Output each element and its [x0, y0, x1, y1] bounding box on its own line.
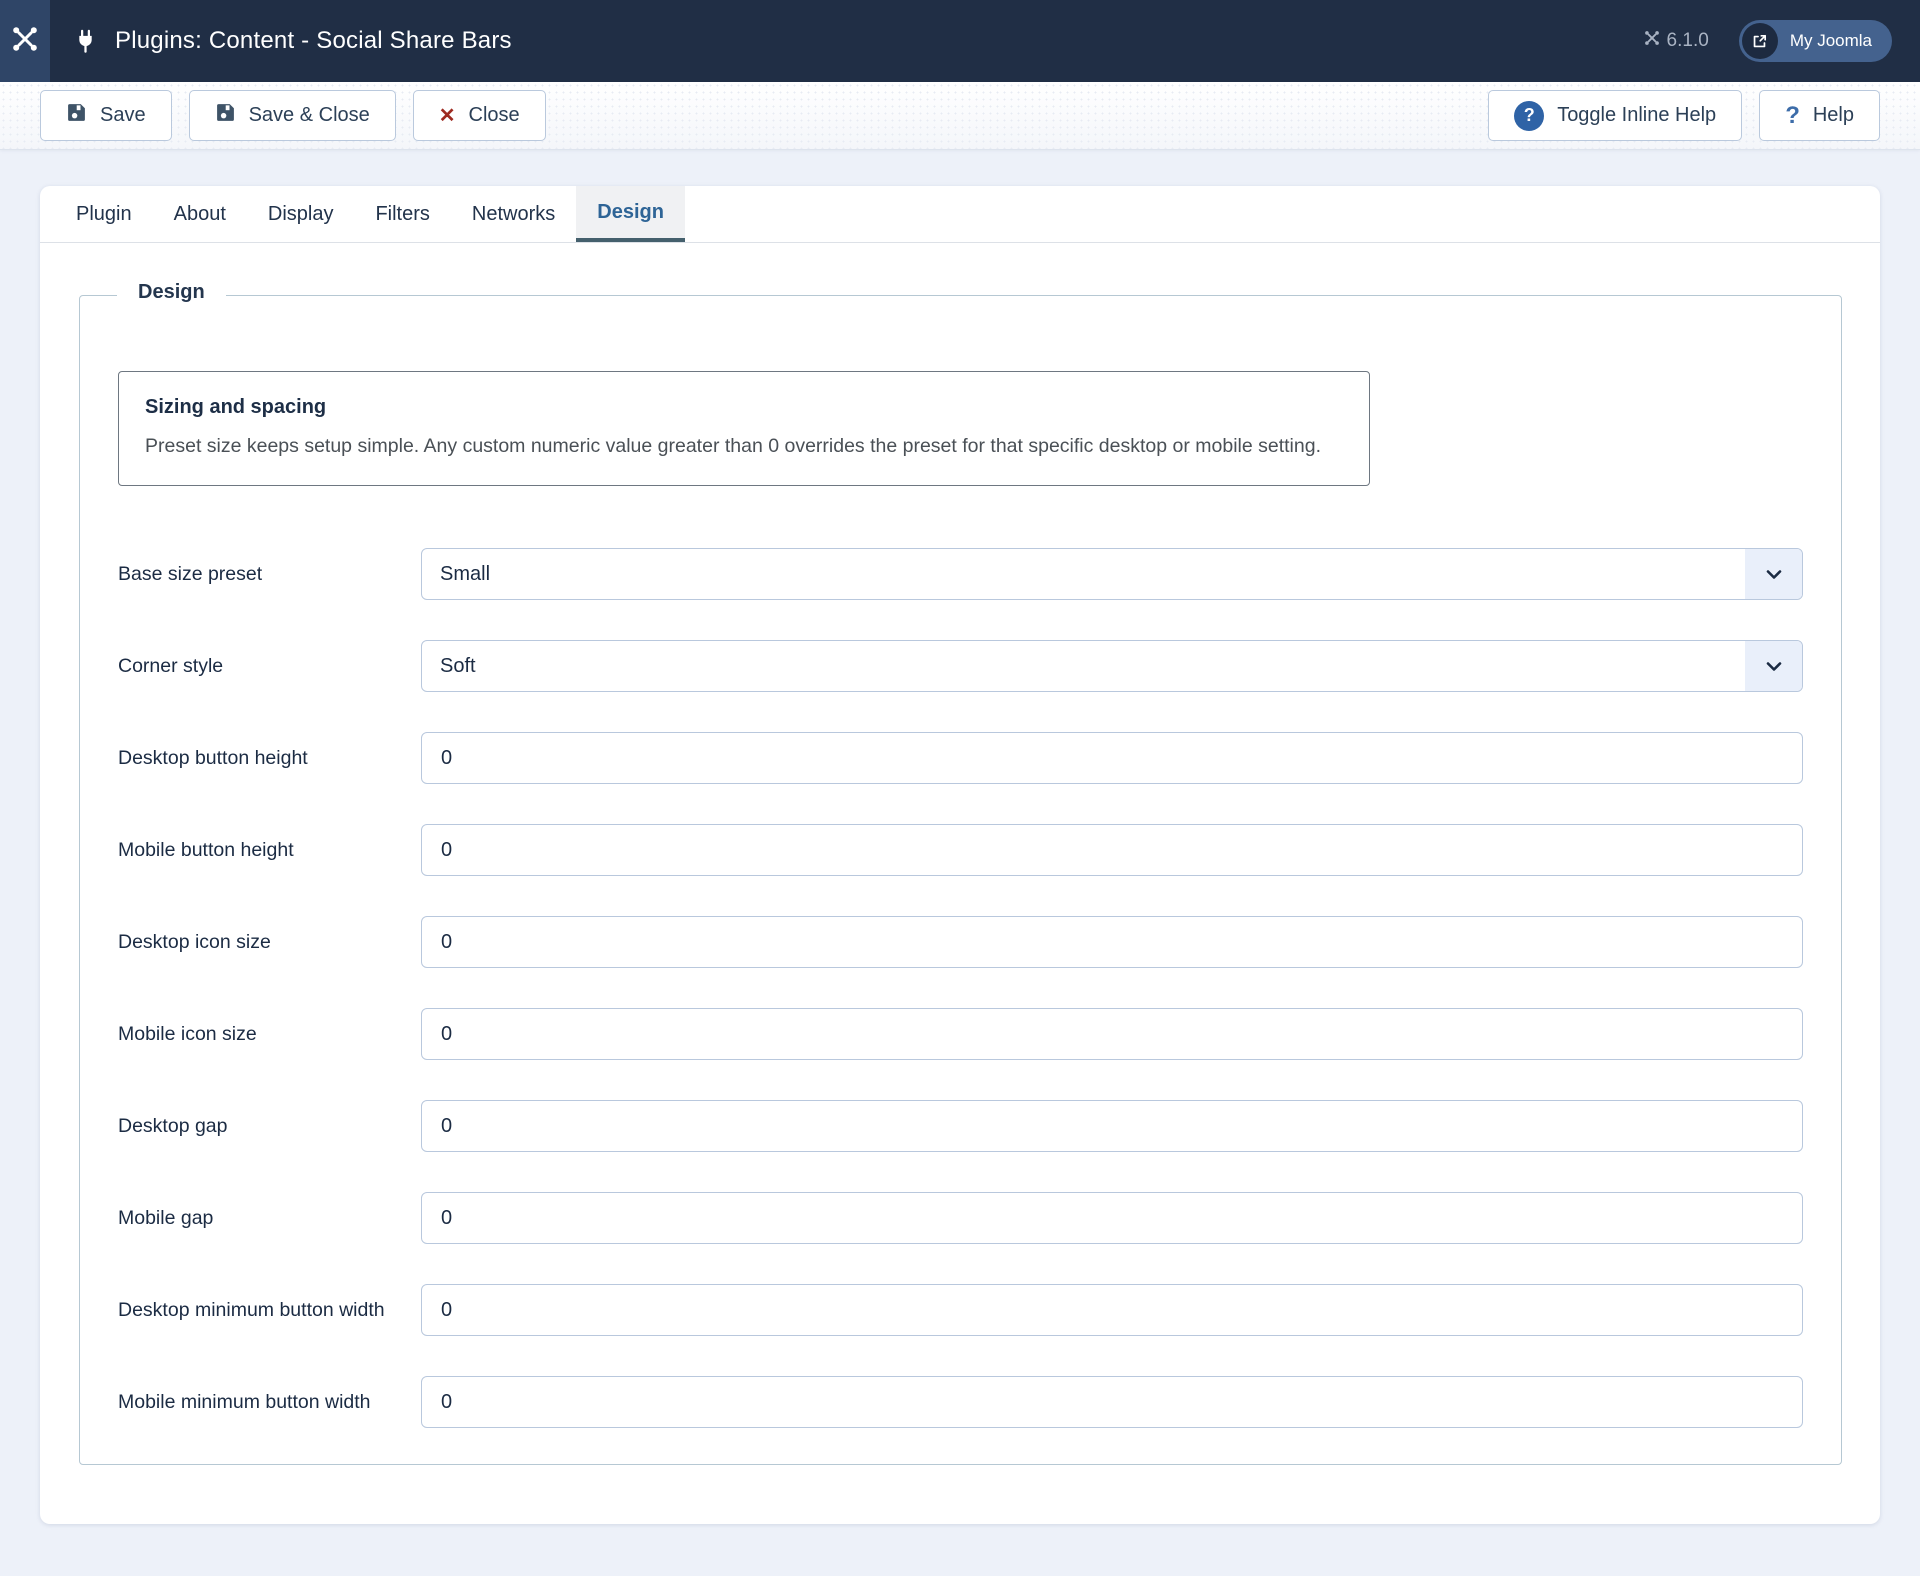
my-joomla-button[interactable]: My Joomla	[1738, 20, 1892, 62]
notice-body: Preset size keeps setup simple. Any cust…	[145, 435, 1321, 457]
base-size-preset-select[interactable]: Small	[421, 548, 1803, 601]
tab-about[interactable]: About	[153, 186, 247, 242]
mobile-button-height-input[interactable]	[421, 824, 1803, 877]
select-value: Soft	[440, 654, 476, 677]
app-header: Plugins: Content - Social Share Bars 6.1…	[0, 0, 1920, 82]
floppy-disk-icon	[66, 102, 87, 129]
desktop-gap-input[interactable]	[421, 1100, 1803, 1153]
mobile-gap-input[interactable]	[421, 1192, 1803, 1245]
desktop-icon-size-input[interactable]	[421, 916, 1803, 969]
plug-icon	[72, 28, 99, 55]
save-and-close-label: Save & Close	[248, 104, 370, 126]
field-label: Desktop gap	[118, 1114, 228, 1137]
account-label: My Joomla	[1789, 31, 1872, 50]
form-row-mobile-icon-size: Mobile icon size	[118, 1008, 1803, 1061]
fieldset-legend: Design	[117, 281, 226, 304]
field-label: Desktop minimum button width	[118, 1298, 385, 1321]
toolbar: Save Save & Close ✕ Close ? Toggle Inlin…	[0, 82, 1920, 150]
save-and-close-button[interactable]: Save & Close	[188, 90, 396, 141]
tab-design[interactable]: Design	[576, 186, 685, 242]
floppy-disk-icon	[215, 102, 236, 129]
question-mark-icon: ?	[1785, 101, 1800, 129]
desktop-minimum-button-width-input[interactable]	[421, 1284, 1803, 1337]
desktop-button-height-input[interactable]	[421, 732, 1803, 785]
close-label: Close	[468, 104, 520, 126]
form-row-base-size-preset: Base size preset Small	[118, 548, 1803, 601]
toggle-inline-help-label: Toggle Inline Help	[1557, 104, 1717, 126]
field-label: Desktop icon size	[118, 930, 271, 953]
form-row-mobile-button-height: Mobile button height	[118, 824, 1803, 877]
field-label: Corner style	[118, 654, 224, 677]
joomla-logo-icon	[9, 23, 41, 60]
question-circle-icon: ?	[1514, 100, 1545, 131]
design-fieldset: Design Sizing and spacing Preset size ke…	[79, 281, 1842, 1466]
tab-networks[interactable]: Networks	[451, 186, 576, 242]
card-body: Design Sizing and spacing Preset size ke…	[40, 243, 1880, 1524]
joomla-logo-tile[interactable]	[0, 0, 50, 82]
external-link-icon	[1741, 23, 1778, 59]
version-number: 6.1.0	[1666, 30, 1709, 51]
mobile-icon-size-input[interactable]	[421, 1008, 1803, 1061]
field-label: Mobile minimum button width	[118, 1390, 371, 1413]
field-label: Desktop button height	[118, 746, 308, 769]
tab-row: Plugin About Display Filters Networks De…	[40, 186, 1880, 243]
joomla-mark-icon	[1643, 29, 1661, 53]
select-value: Small	[440, 562, 491, 585]
save-button[interactable]: Save	[40, 90, 172, 141]
field-label: Mobile gap	[118, 1206, 214, 1229]
save-label: Save	[100, 104, 146, 126]
help-label: Help	[1812, 104, 1854, 126]
form-row-mobile-minimum-button-width: Mobile minimum button width	[118, 1376, 1803, 1429]
tab-filters[interactable]: Filters	[354, 186, 450, 242]
field-label: Mobile icon size	[118, 1022, 257, 1045]
field-label: Base size preset	[118, 562, 263, 585]
version-badge: 6.1.0	[1643, 29, 1709, 53]
chevron-down-icon	[1745, 641, 1802, 692]
tab-display[interactable]: Display	[247, 186, 355, 242]
form-row-desktop-gap: Desktop gap	[118, 1100, 1803, 1153]
content-card: Plugin About Display Filters Networks De…	[40, 186, 1880, 1525]
form-row-mobile-gap: Mobile gap	[118, 1192, 1803, 1245]
corner-style-select[interactable]: Soft	[421, 640, 1803, 693]
close-button[interactable]: ✕ Close	[412, 90, 546, 141]
help-button[interactable]: ? Help	[1759, 90, 1880, 141]
form-row-corner-style: Corner style Soft	[118, 640, 1803, 693]
sizing-notice: Sizing and spacing Preset size keeps set…	[118, 371, 1370, 487]
mobile-minimum-button-width-input[interactable]	[421, 1376, 1803, 1429]
tab-plugin[interactable]: Plugin	[55, 186, 153, 242]
form-row-desktop-minimum-button-width: Desktop minimum button width	[118, 1284, 1803, 1337]
form-row-desktop-icon-size: Desktop icon size	[118, 916, 1803, 969]
x-icon: ✕	[438, 104, 456, 127]
chevron-down-icon	[1745, 549, 1802, 600]
field-label: Mobile button height	[118, 838, 294, 861]
toggle-inline-help-button[interactable]: ? Toggle Inline Help	[1488, 90, 1743, 141]
page-title: Plugins: Content - Social Share Bars	[115, 27, 512, 54]
notice-title: Sizing and spacing	[145, 396, 327, 418]
form-row-desktop-button-height: Desktop button height	[118, 732, 1803, 785]
